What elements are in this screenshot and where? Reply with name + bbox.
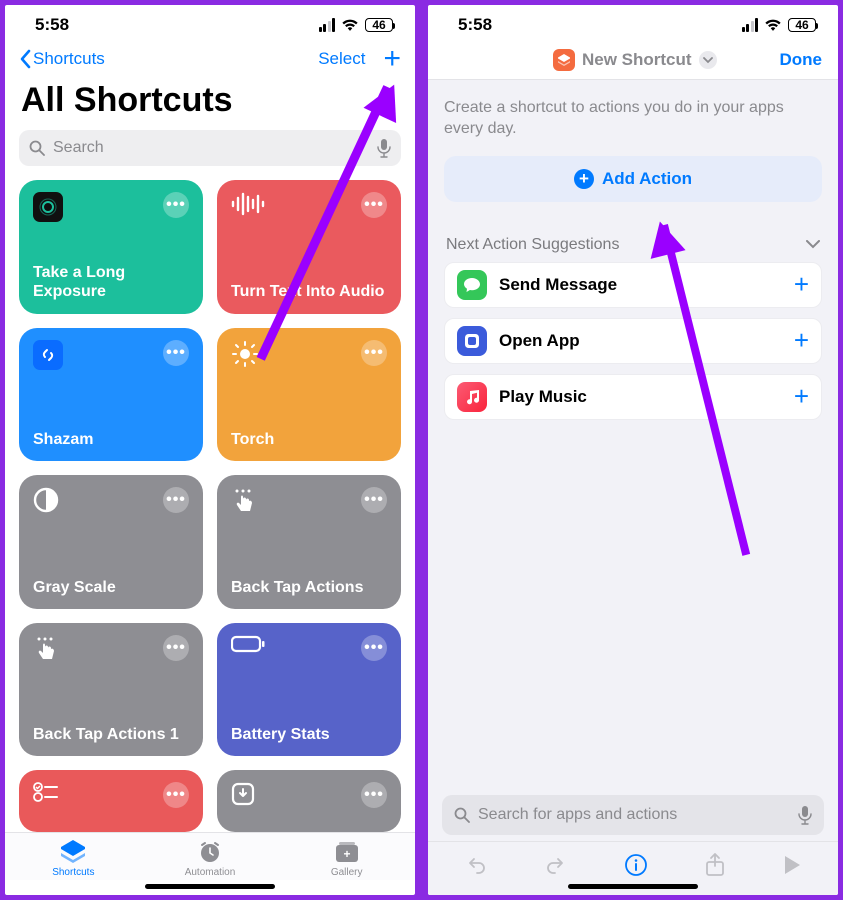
battery-icon: 46 xyxy=(788,18,816,32)
more-icon[interactable]: ••• xyxy=(361,192,387,218)
add-icon[interactable]: + xyxy=(794,325,809,356)
clock-icon xyxy=(198,840,222,864)
status-bar: 5:58 46 xyxy=(428,5,838,39)
music-icon xyxy=(457,382,487,412)
more-icon[interactable]: ••• xyxy=(163,782,189,808)
add-action-button[interactable]: + Add Action xyxy=(444,156,822,202)
shortcut-tile[interactable]: ••• xyxy=(217,770,401,832)
search-placeholder: Search xyxy=(53,139,104,157)
suggestion-row[interactable]: Open App + xyxy=(444,318,822,364)
back-button[interactable]: Shortcuts xyxy=(19,49,105,69)
spectre-icon xyxy=(33,192,63,222)
share-icon[interactable] xyxy=(704,852,726,878)
shortcut-tile[interactable]: ••• Back Tap Actions 1 xyxy=(19,623,203,757)
mic-icon[interactable] xyxy=(798,805,812,825)
status-time: 5:58 xyxy=(35,15,69,35)
chevron-down-icon[interactable] xyxy=(699,51,717,69)
tile-title: Back Tap Actions xyxy=(231,578,387,597)
shortcut-tile[interactable]: ••• Back Tap Actions xyxy=(217,475,401,609)
more-icon[interactable]: ••• xyxy=(163,340,189,366)
chevron-left-icon xyxy=(19,49,31,69)
sun-icon xyxy=(231,340,259,368)
tile-title: Gray Scale xyxy=(33,578,189,597)
editor-toolbar xyxy=(428,841,838,880)
waveform-icon xyxy=(231,192,265,216)
gallery-icon: + xyxy=(334,840,360,864)
shortcut-tile[interactable]: ••• xyxy=(19,770,203,832)
add-icon[interactable]: + xyxy=(794,269,809,300)
more-icon[interactable]: ••• xyxy=(163,487,189,513)
done-button[interactable]: Done xyxy=(780,50,823,70)
status-time: 5:58 xyxy=(458,15,492,35)
next-suggestions-heading: Next Action Suggestions xyxy=(446,236,619,254)
redo-icon[interactable] xyxy=(544,853,568,877)
plus-circle-icon: + xyxy=(574,169,594,189)
cellular-icon xyxy=(319,18,336,32)
shortcut-tile[interactable]: ••• Shazam xyxy=(19,328,203,462)
tap-icon xyxy=(33,635,59,663)
wifi-icon xyxy=(341,19,359,32)
shortcut-tile[interactable]: ••• Gray Scale xyxy=(19,475,203,609)
checklist-icon xyxy=(33,782,59,802)
editor-title[interactable]: New Shortcut xyxy=(490,49,780,71)
search-icon xyxy=(454,807,470,823)
shortcut-tile[interactable]: ••• Battery Stats xyxy=(217,623,401,757)
more-icon[interactable]: ••• xyxy=(361,487,387,513)
shortcuts-grid: ••• Take a Long Exposure ••• Turn Text I… xyxy=(5,180,415,832)
wifi-icon xyxy=(764,19,782,32)
shortcuts-icon xyxy=(59,839,87,865)
tile-title: Shazam xyxy=(33,430,189,449)
tile-title: Battery Stats xyxy=(231,725,387,744)
contrast-icon xyxy=(33,487,59,513)
editor-description: Create a shortcut to actions you do in y… xyxy=(428,98,838,156)
tap-icon xyxy=(231,487,257,515)
chevron-down-icon[interactable] xyxy=(806,240,820,249)
search-icon xyxy=(29,140,45,156)
svg-text:+: + xyxy=(343,847,350,861)
status-bar: 5:58 46 xyxy=(5,5,415,39)
tile-title: Torch xyxy=(231,430,387,449)
home-indicator[interactable] xyxy=(145,884,275,889)
suggestion-row[interactable]: Send Message + xyxy=(444,262,822,308)
shazam-icon xyxy=(33,340,63,370)
search-input[interactable]: Search xyxy=(19,130,401,166)
cellular-icon xyxy=(742,18,759,32)
more-icon[interactable]: ••• xyxy=(361,782,387,808)
undo-icon[interactable] xyxy=(464,853,488,877)
tab-shortcuts[interactable]: Shortcuts xyxy=(5,839,142,878)
shortcut-app-icon xyxy=(553,49,575,71)
more-icon[interactable]: ••• xyxy=(163,635,189,661)
add-icon[interactable]: + xyxy=(794,381,809,412)
tab-bar: Shortcuts Automation + Gallery xyxy=(5,832,415,880)
page-title: All Shortcuts xyxy=(5,73,415,130)
more-icon[interactable]: ••• xyxy=(361,635,387,661)
back-label: Shortcuts xyxy=(33,49,105,69)
mic-icon[interactable] xyxy=(377,138,391,158)
tab-automation[interactable]: Automation xyxy=(142,839,279,878)
home-indicator[interactable] xyxy=(568,884,698,889)
tab-gallery[interactable]: + Gallery xyxy=(278,839,415,878)
open-app-icon xyxy=(457,326,487,356)
battery-icon xyxy=(231,635,265,653)
tile-title: Back Tap Actions 1 xyxy=(33,725,189,744)
add-shortcut-button[interactable]: + xyxy=(383,49,401,69)
shortcut-tile[interactable]: ••• Torch xyxy=(217,328,401,462)
action-search-input[interactable]: Search for apps and actions xyxy=(442,795,824,835)
tile-title: Turn Text Into Audio xyxy=(231,282,387,301)
select-button[interactable]: Select xyxy=(318,49,365,69)
play-icon[interactable] xyxy=(782,854,802,876)
more-icon[interactable]: ••• xyxy=(361,340,387,366)
download-icon xyxy=(231,782,255,806)
messages-icon xyxy=(457,270,487,300)
shortcut-tile[interactable]: ••• Take a Long Exposure xyxy=(19,180,203,314)
info-icon[interactable] xyxy=(624,853,648,877)
tile-title: Take a Long Exposure xyxy=(33,263,189,301)
suggestion-row[interactable]: Play Music + xyxy=(444,374,822,420)
more-icon[interactable]: ••• xyxy=(163,192,189,218)
battery-icon: 46 xyxy=(365,18,393,32)
